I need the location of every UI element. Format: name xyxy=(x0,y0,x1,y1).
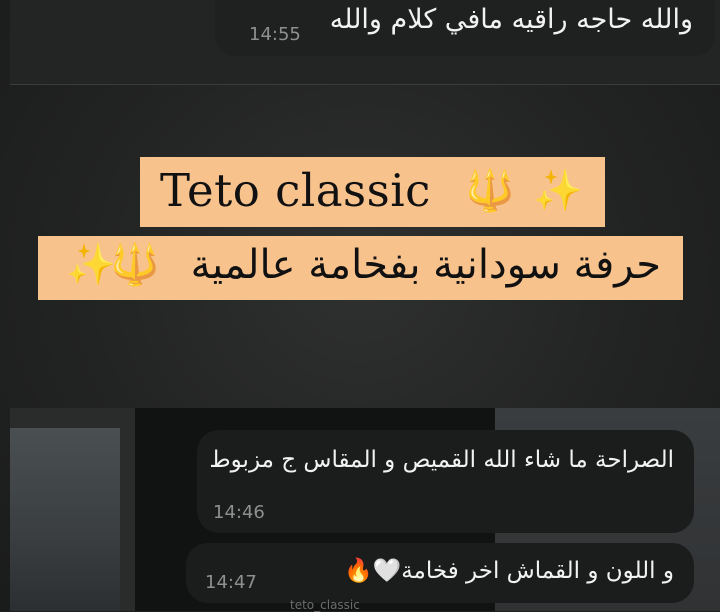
message-text: و اللون و القماش اخر فخامة🤍🔥 xyxy=(343,558,674,584)
brand-name: Teto classic xyxy=(160,164,431,217)
top-message-text: والله حاجه راقيه مافي كلام والله xyxy=(329,4,693,35)
tagline: حرفة سودانية بفخامة عالمية xyxy=(190,242,661,288)
chat-message-bubble[interactable]: و اللون و القماش اخر فخامة🤍🔥 14:47 xyxy=(186,543,694,603)
top-message-bubble[interactable]: والله حاجه راقيه مافي كلام والله 14:55 xyxy=(215,0,715,56)
brand-banner: Teto classic 🔱 ✨ xyxy=(140,157,605,227)
trident-icon: 🔱 xyxy=(110,242,160,288)
top-message-time: 14:55 xyxy=(249,24,301,45)
background-photo-left xyxy=(10,428,120,611)
message-time: 14:46 xyxy=(213,502,265,523)
trident-icon: 🔱 xyxy=(465,168,515,214)
sparkles-icon: ✨ xyxy=(533,168,583,214)
chat-message-bubble[interactable]: الصراحة ما شاء الله القميص و المقاس ج مز… xyxy=(197,430,694,533)
top-chat-screenshot: والله حاجه راقيه مافي كلام والله 14:55 xyxy=(10,0,720,85)
tagline-banner: حرفة سودانية بفخامة عالمية 🔱 ✨ xyxy=(38,236,683,300)
message-text: الصراحة ما شاء الله القميص و المقاس ج مز… xyxy=(209,447,674,473)
watermark-text: teto_classic xyxy=(290,598,360,612)
sparkles-icon: ✨ xyxy=(66,242,116,288)
message-time: 14:47 xyxy=(205,572,257,593)
